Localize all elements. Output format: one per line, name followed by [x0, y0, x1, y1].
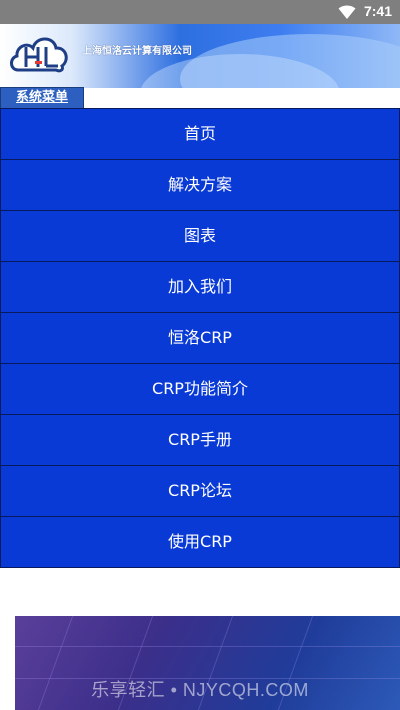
wifi-icon [338, 5, 356, 19]
system-menu-tab[interactable]: 系统菜单 [0, 87, 84, 108]
menu-item-join-us[interactable]: 加入我们 [0, 261, 400, 313]
menu-item-solutions[interactable]: 解决方案 [0, 159, 400, 211]
menu-item-crp-features[interactable]: CRP功能简介 [0, 363, 400, 415]
watermark: 乐享轻汇 • NJYCQH.COM [91, 680, 309, 700]
company-name: 上海恒洛云计算有限公司 [82, 46, 192, 57]
menu-item-hengluo-crp[interactable]: 恒洛CRP [0, 312, 400, 364]
menu-item-crp-forum[interactable]: CRP论坛 [0, 465, 400, 517]
header-banner: 上海恒洛云计算有限公司 [0, 24, 400, 88]
status-time: 7:41 [363, 3, 392, 19]
menu-item-crp-manual[interactable]: CRP手册 [0, 414, 400, 466]
menu-list: 首页 解决方案 图表 加入我们 恒洛CRP CRP功能简介 CRP手册 CRP论… [0, 108, 400, 568]
menu-item-use-crp[interactable]: 使用CRP [0, 516, 400, 568]
hero-grid-line [15, 646, 400, 647]
menu-item-home[interactable]: 首页 [0, 108, 400, 160]
status-bar: 7:41 [0, 0, 400, 24]
menu-item-charts[interactable]: 图表 [0, 210, 400, 262]
hl-cloud-logo [10, 37, 68, 73]
